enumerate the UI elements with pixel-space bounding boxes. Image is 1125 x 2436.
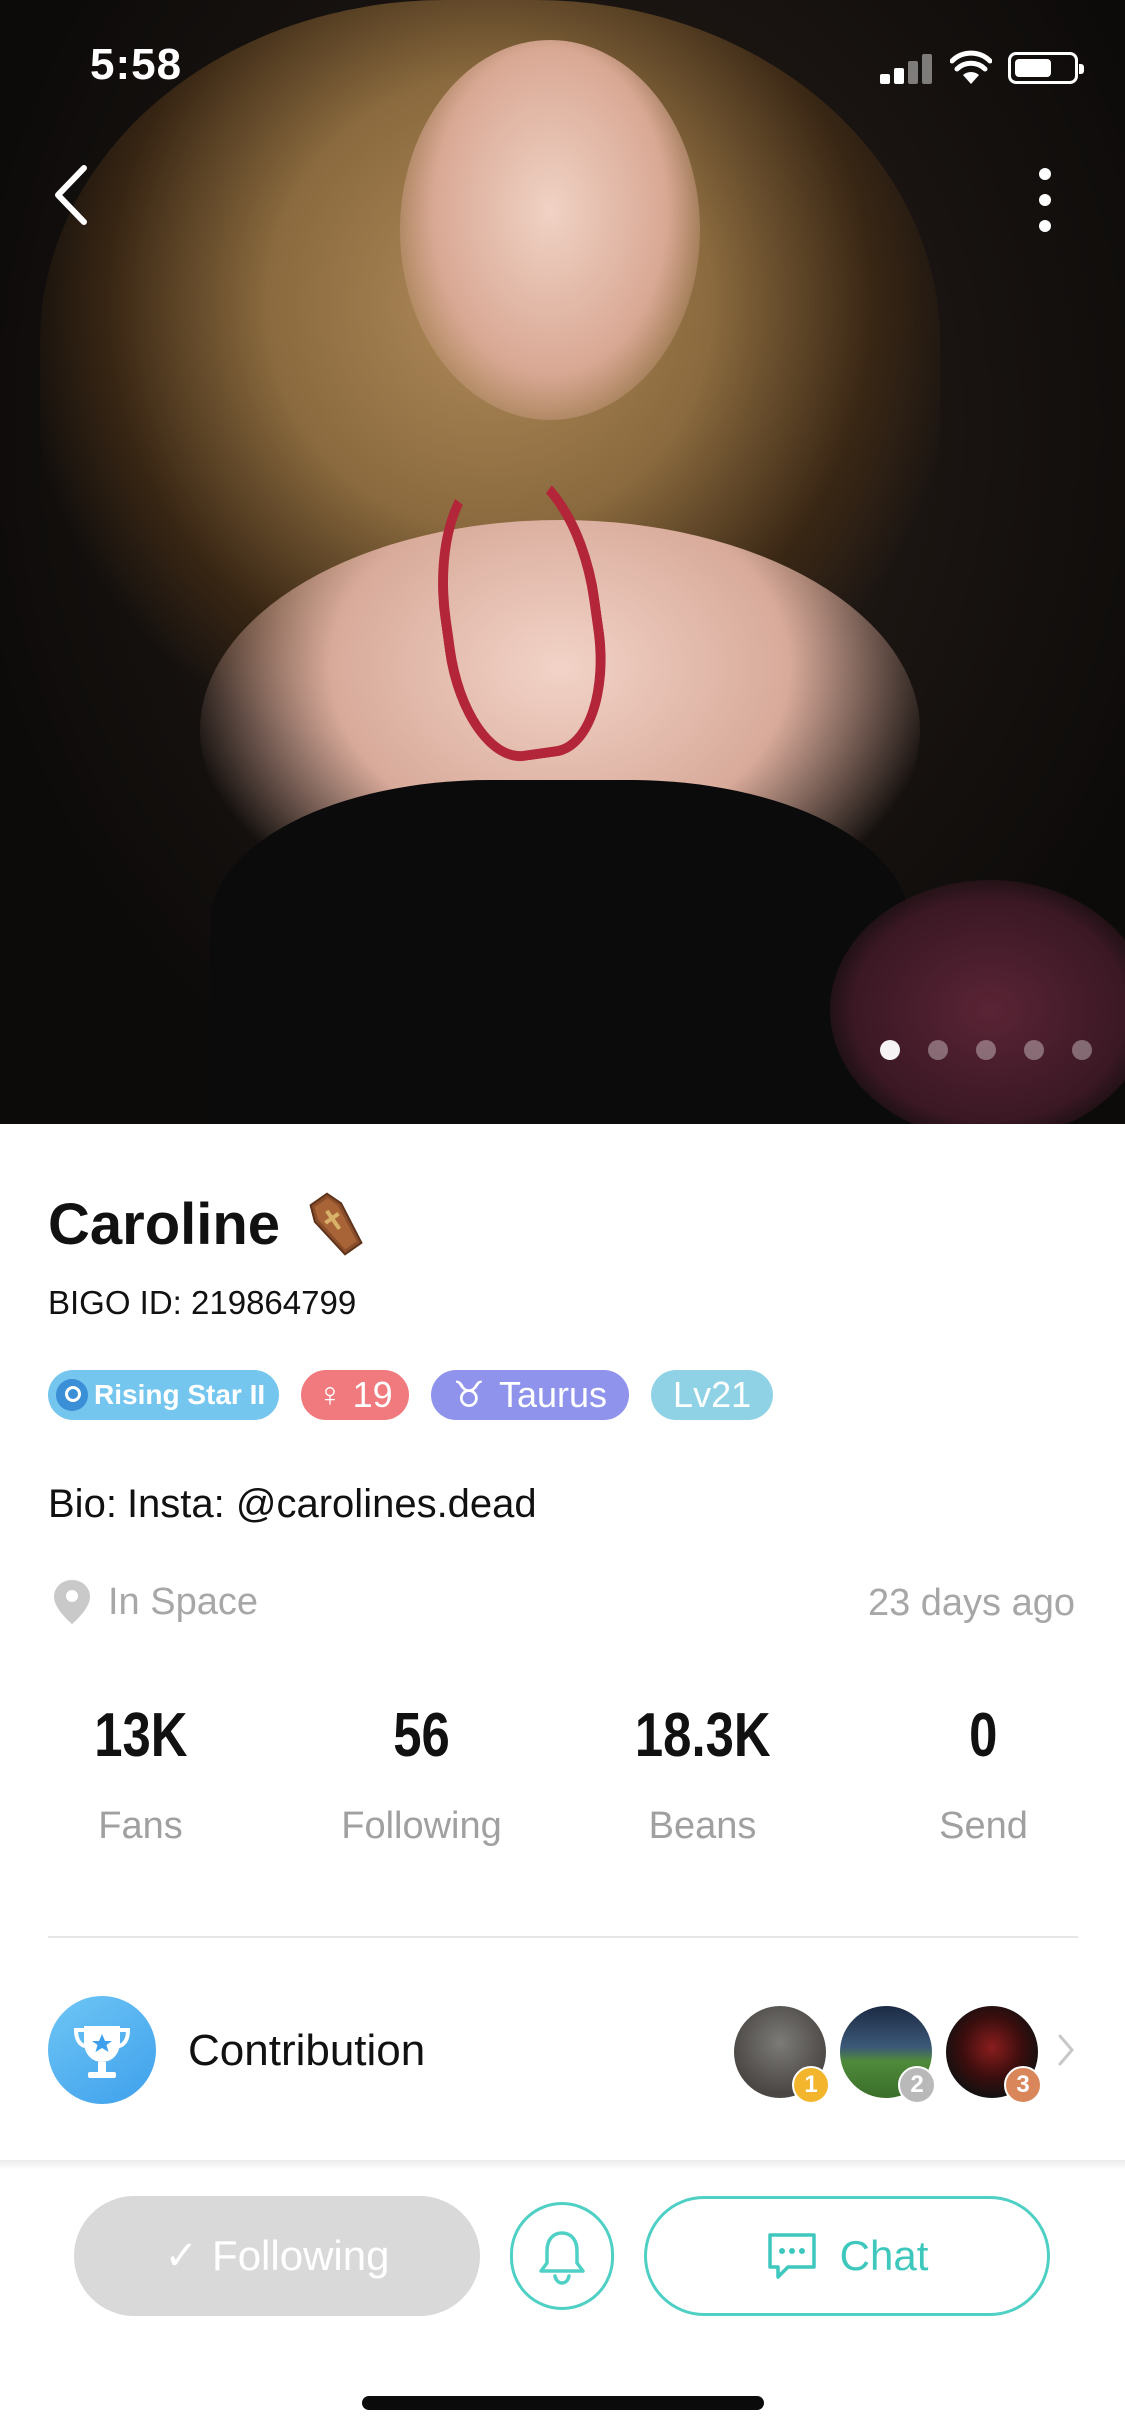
notification-bell-button[interactable] — [510, 2202, 614, 2310]
divider — [48, 1936, 1078, 1938]
stat-fans[interactable]: 13K Fans — [0, 1700, 281, 1848]
stat-beans[interactable]: 18.3K Beans — [562, 1700, 843, 1848]
carousel-dot[interactable] — [1072, 1040, 1092, 1060]
profile-photo[interactable]: 5:58 — [0, 0, 1125, 1124]
stat-label: Beans — [648, 1805, 757, 1847]
carousel-dot[interactable] — [1024, 1040, 1044, 1060]
chat-bubble-icon — [767, 2233, 816, 2279]
chevron-right-icon[interactable] — [1054, 2030, 1078, 2070]
carousel-dot[interactable] — [880, 1040, 900, 1060]
stat-following[interactable]: 56 Following — [281, 1700, 562, 1848]
bell-icon — [539, 2231, 585, 2285]
bio-text: Insta: @carolines.dead — [126, 1482, 537, 1526]
profile-stats: 13K Fans 56 Following 18.3K Beans 0 Send — [0, 1700, 1125, 1880]
stat-value: 0 — [969, 1701, 998, 1770]
contribution-row[interactable]: Contribution 1 2 3 — [0, 1996, 1125, 2108]
carousel-dot[interactable] — [928, 1040, 948, 1060]
level-badge[interactable]: Lv21 — [651, 1370, 774, 1420]
trophy-icon — [48, 1996, 156, 2104]
home-indicator[interactable] — [362, 2396, 764, 2410]
status-bar: 5:58 — [0, 0, 1125, 140]
bio: Bio: Insta: @carolines.dead — [48, 1482, 537, 1527]
coffin-icon — [309, 1192, 363, 1256]
photo-clothing-area — [210, 780, 910, 1124]
following-button[interactable]: ✓ Following — [74, 2196, 480, 2316]
cellular-signal-icon — [880, 52, 934, 84]
contribution-label: Contribution — [188, 2026, 426, 2075]
last-seen: 23 days ago — [867, 1582, 1075, 1624]
rank-badge: 1 — [792, 2066, 830, 2104]
contributor-avatar[interactable]: 1 — [734, 2006, 830, 2104]
stat-value: 56 — [393, 1701, 450, 1770]
rank-badge: 3 — [1004, 2066, 1042, 2104]
checkmark-icon: ✓ — [164, 2234, 199, 2278]
stat-send[interactable]: 0 Send — [843, 1700, 1124, 1848]
chat-button-label: Chat — [839, 2232, 929, 2279]
rising-star-label: Rising Star II — [94, 1379, 266, 1410]
level-label: Lv21 — [673, 1374, 752, 1415]
profile-name: Caroline — [48, 1191, 281, 1257]
age-label: 19 — [352, 1374, 393, 1415]
magnifier-icon — [56, 1379, 88, 1411]
chat-button[interactable]: Chat — [644, 2196, 1050, 2316]
battery-icon — [1008, 52, 1084, 84]
bio-label: Bio: — [48, 1482, 117, 1526]
wifi-icon — [950, 50, 992, 84]
carousel-dot[interactable] — [976, 1040, 996, 1060]
status-time: 5:58 — [90, 40, 183, 89]
location-pin-icon — [54, 1580, 90, 1624]
following-button-label: Following — [212, 2232, 390, 2279]
zodiac-label: Taurus — [498, 1374, 608, 1415]
gender-age-badge: ♀ 19 — [301, 1370, 409, 1420]
top-contributors: 1 2 3 — [734, 2006, 1054, 2104]
zodiac-badge: ♉ Taurus — [430, 1370, 630, 1420]
more-options-icon[interactable] — [1030, 168, 1060, 232]
back-arrow-icon[interactable] — [46, 160, 96, 230]
bottom-bar-separator — [0, 2160, 1125, 2170]
location-text: In Space — [108, 1580, 258, 1623]
location: In Space — [52, 1578, 258, 1626]
bigo-id: BIGO ID: 219864799 — [48, 1284, 357, 1321]
stat-label: Following — [341, 1805, 502, 1847]
female-gender-icon: ♀ — [317, 1375, 343, 1414]
profile-name-row: Caroline — [48, 1188, 372, 1260]
stat-label: Send — [939, 1805, 1028, 1847]
rising-star-badge[interactable]: Rising Star II — [48, 1370, 280, 1420]
contributor-avatar[interactable]: 3 — [946, 2006, 1042, 2104]
stat-label: Fans — [98, 1805, 183, 1847]
stat-value: 13K — [93, 1701, 188, 1770]
profile-badges: Rising Star II ♀ 19 ♉ Taurus Lv21 — [48, 1370, 795, 1420]
carousel-indicator — [880, 1040, 1100, 1064]
stat-value: 18.3K — [634, 1701, 771, 1770]
taurus-icon: ♉ — [452, 1374, 485, 1415]
contributor-avatar[interactable]: 2 — [840, 2006, 936, 2104]
bottom-action-bar: ✓ Following Chat — [0, 2196, 1125, 2320]
rank-badge: 2 — [898, 2066, 936, 2104]
